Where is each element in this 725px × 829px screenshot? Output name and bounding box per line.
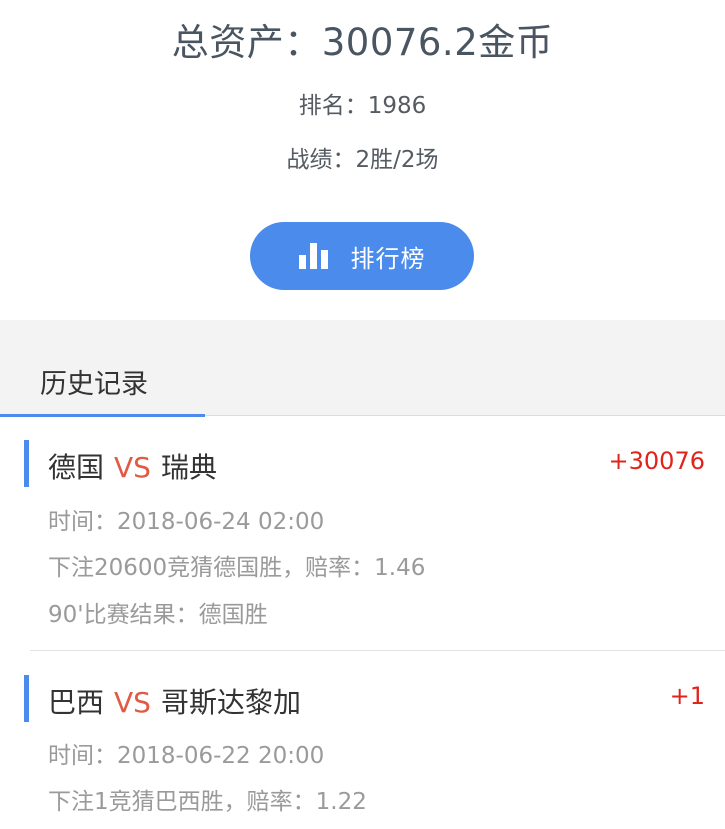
- ranking-button-label: 排行榜: [350, 244, 426, 273]
- profit-value: +1: [669, 682, 705, 710]
- account-summary: 总资产：30076.2金币 排名：1986 战绩：2胜/2场 排行榜: [0, 0, 725, 320]
- match-time: 时间：2018-06-22 20:00: [48, 743, 325, 769]
- history-tab-bar: 历史记录: [0, 320, 725, 417]
- match-result: 90'比赛结果：德国胜: [48, 602, 268, 628]
- win-record-text: 战绩：2胜/2场: [286, 147, 439, 173]
- total-assets: 总资产：30076.2金币: [171, 21, 554, 64]
- team-a: 巴西: [48, 686, 105, 719]
- vs-label: VS: [114, 686, 151, 719]
- bar-chart-icon: [298, 243, 329, 269]
- team-a: 德国: [48, 451, 105, 484]
- record-accent-bar: [24, 440, 29, 487]
- match-time: 时间：2018-06-24 02:00: [48, 509, 325, 535]
- team-b: 哥斯达黎加: [160, 686, 301, 719]
- bet-info: 下注1竞猜巴西胜，赔率：1.22: [48, 789, 367, 815]
- record-accent-bar: [24, 675, 29, 722]
- tab-history[interactable]: 历史记录: [0, 320, 205, 417]
- match-title: 德国 VS 瑞典: [48, 446, 217, 486]
- match-title: 巴西 VS 哥斯达黎加: [48, 681, 301, 721]
- profit-value: +30076: [608, 447, 705, 475]
- bet-info: 下注20600竞猜德国胜，赔率：1.46: [48, 555, 426, 581]
- ranking-button[interactable]: 排行榜: [250, 222, 474, 290]
- tab-history-label: 历史记录: [40, 369, 148, 400]
- rank-text: 排名：1986: [298, 93, 427, 119]
- team-b: 瑞典: [160, 451, 217, 484]
- list-item[interactable]: 德国 VS 瑞典 +30076 时间：2018-06-24 02:00 下注2060…: [0, 416, 725, 650]
- list-item[interactable]: 巴西 VS 哥斯达黎加 +1 时间：2018-06-22 20:00 下注1竞猜巴西…: [0, 651, 725, 829]
- vs-label: VS: [114, 451, 151, 484]
